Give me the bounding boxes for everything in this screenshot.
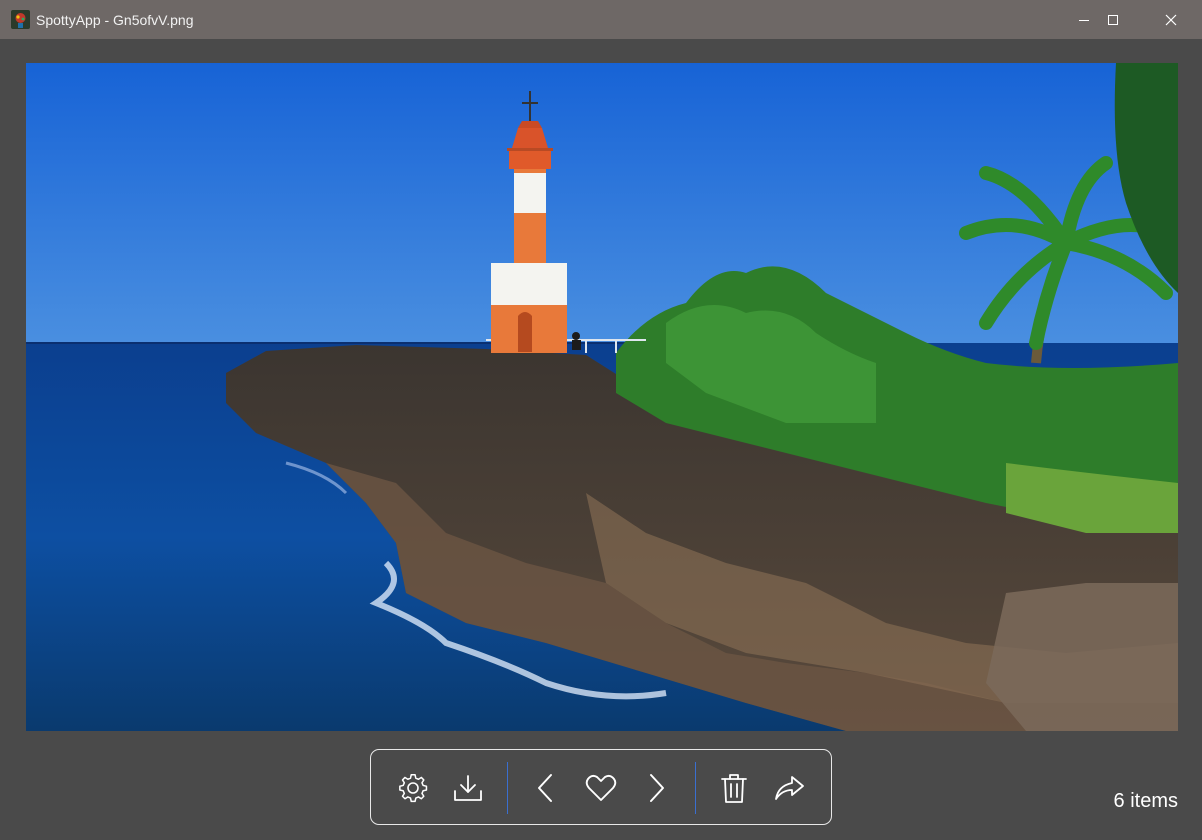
gear-icon	[399, 774, 428, 803]
main-photo	[26, 63, 1178, 731]
image-toolbar	[370, 749, 832, 825]
item-count: 6 items	[1113, 790, 1178, 812]
maximize-icon	[1108, 14, 1118, 25]
close-icon	[1165, 14, 1177, 25]
chevron-left-icon	[538, 774, 552, 802]
close-button[interactable]	[1142, 0, 1200, 39]
share-button[interactable]	[767, 766, 811, 810]
favorite-button[interactable]	[579, 766, 623, 810]
app-logo-icon	[11, 10, 30, 29]
share-icon	[775, 776, 804, 800]
trash-icon	[721, 774, 747, 803]
window-title: SpottyApp - Gn5ofvV.png	[36, 12, 194, 28]
download-icon	[454, 775, 482, 801]
toolbar-separator	[507, 762, 508, 814]
download-button[interactable]	[446, 766, 490, 810]
toolbar-separator	[695, 762, 696, 814]
next-button[interactable]	[634, 766, 678, 810]
maximize-button[interactable]	[1084, 0, 1142, 39]
heart-icon	[585, 774, 617, 801]
previous-button[interactable]	[524, 766, 568, 810]
title-bar: SpottyApp - Gn5ofvV.png	[0, 0, 1202, 39]
settings-button[interactable]	[391, 766, 435, 810]
delete-button[interactable]	[712, 766, 756, 810]
chevron-right-icon	[650, 774, 664, 802]
